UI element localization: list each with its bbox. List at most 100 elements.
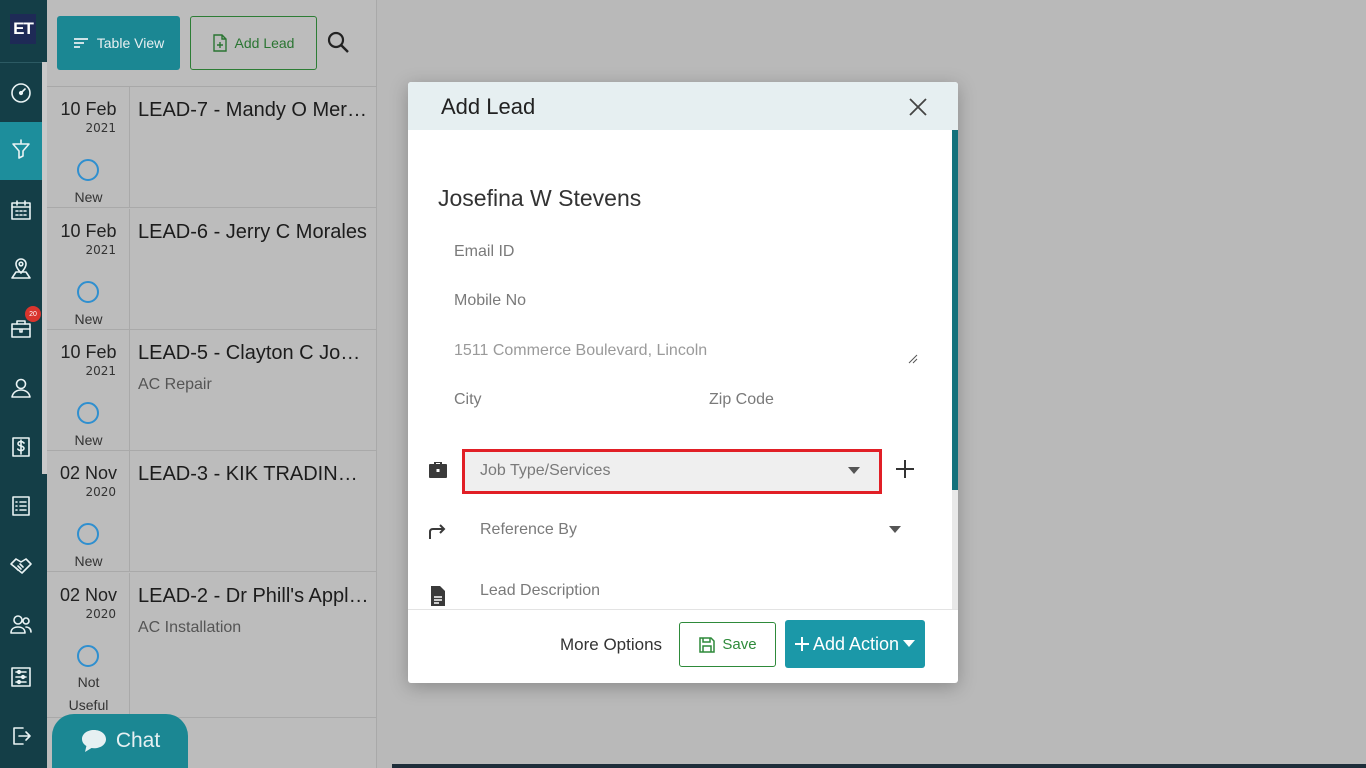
lead-date-column: 10 Feb 2021 New: [47, 209, 130, 329]
modal-header: Add Lead: [408, 82, 958, 130]
sidebar-item-payments[interactable]: [0, 418, 42, 476]
job-type-select[interactable]: Job Type/Services: [462, 449, 882, 494]
address-field[interactable]: 1511 Commerce Boulevard, Lincoln: [454, 342, 707, 360]
table-view-button[interactable]: Table View: [57, 16, 180, 70]
zip-code-field[interactable]: Zip Code: [709, 391, 774, 409]
mobile-field[interactable]: Mobile No: [454, 292, 526, 310]
lead-status: New: [74, 553, 103, 569]
sidebar-item-settings[interactable]: [0, 648, 42, 706]
city-field[interactable]: City: [454, 391, 482, 409]
sidebar: ET 20: [0, 0, 47, 768]
sidebar-divider: [0, 62, 47, 63]
lead-date-column: 10 Feb 2021 New: [47, 330, 130, 450]
lead-list-item[interactable]: 10 Feb 2021 New LEAD-7 - Mandy O Mertens: [47, 87, 377, 208]
add-lead-label: Add Lead: [234, 35, 295, 51]
lead-list-item[interactable]: 02 Nov 2020 Not Useful LEAD-2 - Dr Phill…: [47, 573, 377, 718]
forward-arrow-icon: [429, 524, 446, 539]
chat-label: Chat: [115, 729, 161, 752]
close-button[interactable]: [906, 95, 930, 119]
status-circle-icon: [77, 281, 99, 303]
sort-lines-icon: [73, 38, 88, 48]
add-lead-modal: Add Lead Josefina W Stevens Email ID Mob…: [408, 82, 958, 683]
lead-title: LEAD-2 - Dr Phill's Applia...: [138, 585, 370, 607]
lead-status: Not: [77, 674, 100, 690]
lead-date-day: 10 Feb: [60, 221, 117, 241]
settings-sliders-icon: [11, 667, 31, 687]
lead-date-year: 2020: [85, 607, 116, 621]
save-icon: [699, 636, 716, 653]
lead-date-year: 2021: [85, 121, 116, 135]
lead-date-year: 2020: [85, 485, 116, 499]
sidebar-item-calendar[interactable]: [0, 181, 42, 239]
add-lead-button[interactable]: Add Lead: [190, 16, 317, 70]
plus-icon: [794, 637, 809, 651]
sidebar-item-dashboard[interactable]: [0, 64, 42, 122]
list-icon: [12, 496, 30, 516]
funnel-icon: [12, 139, 30, 159]
search-icon: [327, 31, 349, 53]
lead-date-day: 02 Nov: [59, 463, 118, 483]
handshake-icon: [10, 558, 32, 574]
status-circle-icon: [77, 523, 99, 545]
bottom-bar: [392, 764, 1366, 768]
status-circle-icon: [77, 402, 99, 424]
sidebar-item-logout[interactable]: [0, 707, 42, 765]
lead-title: LEAD-5 - Clayton C Joyner: [138, 342, 370, 364]
document-icon: [431, 586, 445, 606]
sidebar-item-customers[interactable]: [0, 359, 42, 417]
job-type-placeholder: Job Type/Services: [480, 462, 611, 479]
lead-list-panel: Table View Add Lead 10 Feb 2021 New LEAD…: [47, 0, 377, 768]
logout-icon: [13, 727, 31, 745]
lead-title: LEAD-6 - Jerry C Morales: [138, 221, 367, 243]
lead-service: AC Repair: [138, 376, 212, 393]
save-button[interactable]: Save: [679, 622, 776, 667]
add-job-type-button[interactable]: [894, 458, 916, 480]
lead-list-item[interactable]: 10 Feb 2021 New LEAD-5 - Clayton C Joyne…: [47, 330, 377, 451]
lead-status: Useful: [68, 697, 109, 713]
status-circle-icon: [77, 645, 99, 667]
sidebar-item-leads[interactable]: [0, 122, 42, 180]
lead-list-item[interactable]: 10 Feb 2021 New LEAD-6 - Jerry C Morales: [47, 209, 377, 330]
modal-scrollbar-track: [952, 490, 958, 610]
chat-bubble-icon: [81, 730, 106, 752]
add-file-icon: [212, 34, 227, 52]
lead-list-item[interactable]: 02 Nov 2020 New LEAD-3 - KIK TRADING LTD: [47, 451, 377, 572]
sidebar-item-map[interactable]: [0, 240, 42, 298]
lead-status: New: [74, 432, 103, 448]
sidebar-item-team[interactable]: [0, 595, 42, 653]
add-action-button[interactable]: Add Action: [785, 620, 925, 668]
chevron-down-icon: [889, 526, 901, 533]
user-icon: [11, 378, 31, 398]
lead-description-field[interactable]: Lead Description: [480, 582, 600, 600]
chat-button[interactable]: Chat: [52, 714, 188, 768]
name-field[interactable]: Josefina W Stevens: [438, 185, 641, 212]
users-icon: [10, 615, 32, 634]
lead-date-day: 10 Feb: [60, 99, 117, 119]
add-action-label: Add Action: [812, 633, 900, 654]
sidebar-item-list[interactable]: [0, 477, 42, 535]
save-label: Save: [722, 636, 757, 653]
dashboard-icon: [11, 83, 31, 103]
lead-date-day: 02 Nov: [59, 585, 118, 605]
modal-scrollbar-thumb[interactable]: [952, 130, 958, 490]
map-icon: [11, 258, 31, 279]
lead-date-year: 2021: [85, 364, 116, 378]
search-button[interactable]: [327, 30, 351, 58]
plus-icon: [896, 460, 914, 478]
briefcase-icon: [429, 462, 447, 478]
modal-footer-divider: [408, 609, 958, 610]
lead-status: New: [74, 189, 103, 205]
reference-by-select[interactable]: Reference By: [480, 521, 577, 539]
lead-date-year: 2021: [85, 243, 116, 257]
lead-service: AC Installation: [138, 619, 242, 636]
chevron-down-icon: [848, 467, 860, 474]
lead-title: LEAD-3 - KIK TRADING LTD: [138, 463, 370, 485]
lead-status: New: [74, 311, 103, 327]
lead-date-column: 02 Nov 2020 Not Useful: [47, 573, 130, 717]
resize-grip-icon[interactable]: [908, 354, 918, 364]
lead-date-day: 10 Feb: [60, 342, 117, 362]
more-options-link[interactable]: More Options: [560, 635, 662, 655]
status-circle-icon: [77, 159, 99, 181]
sidebar-item-deals[interactable]: [0, 536, 42, 594]
email-field[interactable]: Email ID: [454, 243, 514, 261]
